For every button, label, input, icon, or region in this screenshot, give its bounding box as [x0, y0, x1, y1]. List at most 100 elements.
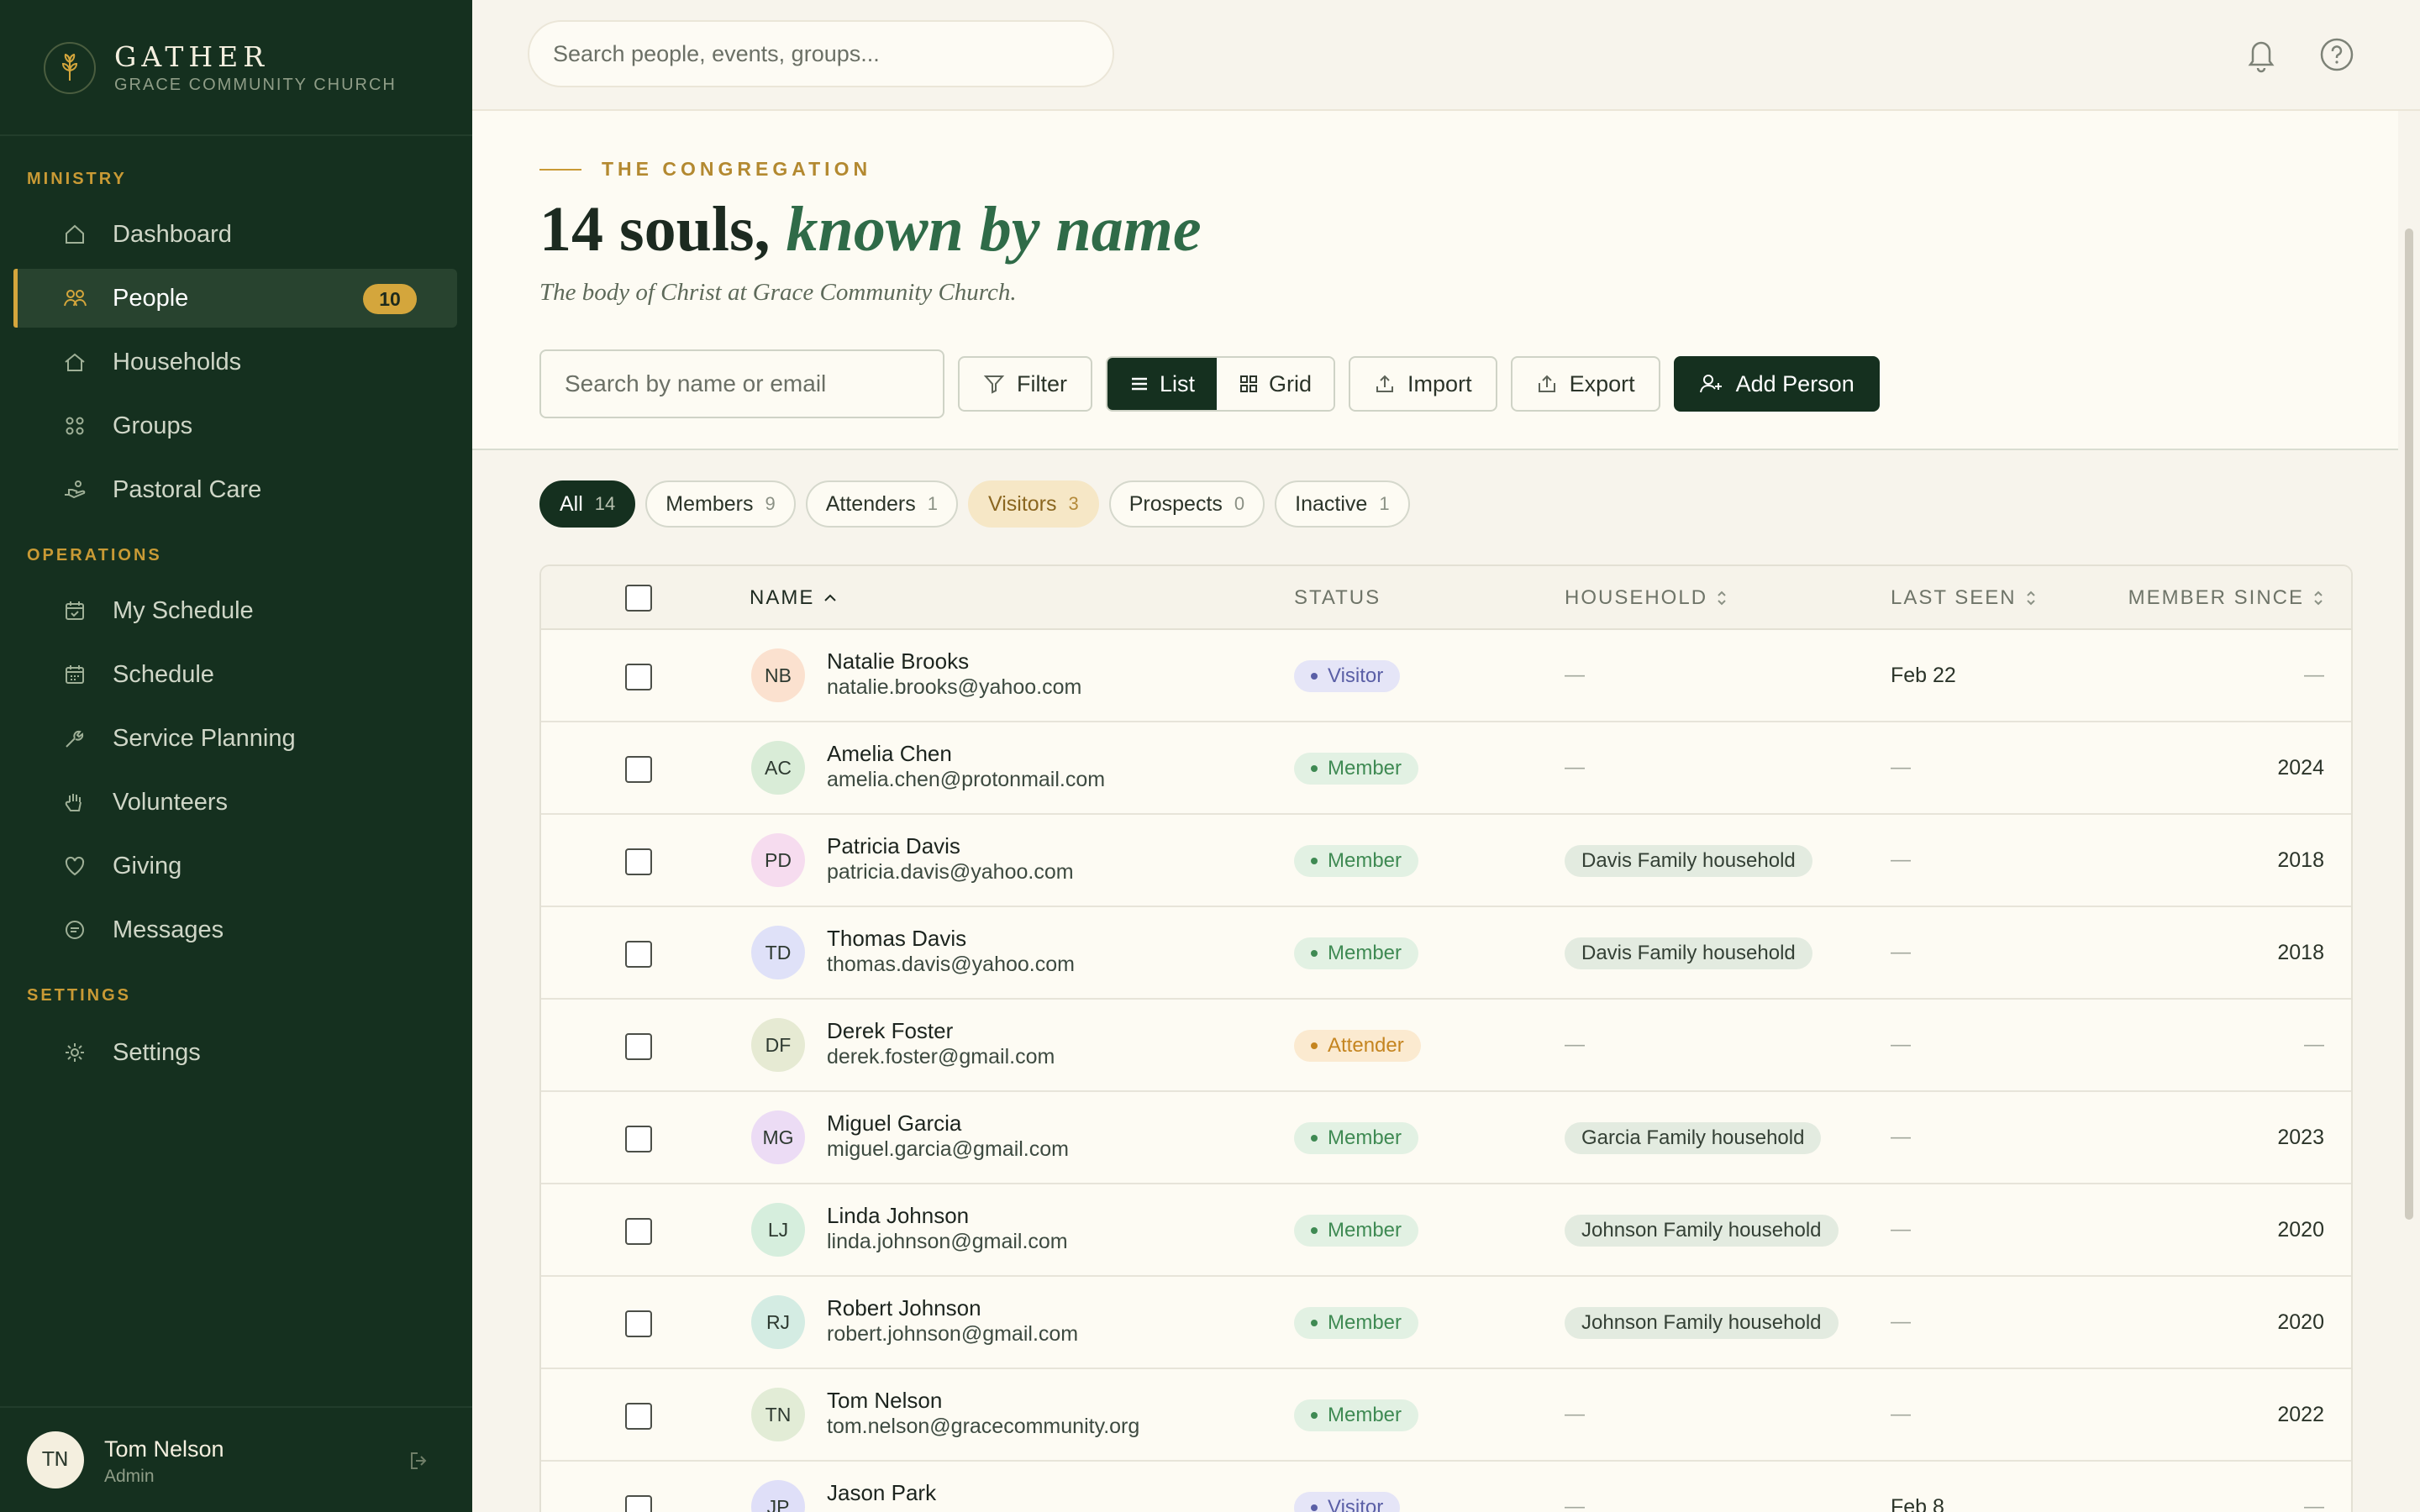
row-checkbox[interactable]: [625, 1126, 652, 1152]
empty-value: —: [2304, 664, 2324, 686]
global-search-input[interactable]: [528, 20, 1114, 87]
view-toggle: List Grid: [1106, 356, 1336, 412]
sidebar-item-volunteers[interactable]: Volunteers: [13, 773, 457, 832]
person-email: tom.nelson@gracecommunity.org: [827, 1415, 1140, 1438]
member-since-value: 2023: [2277, 1126, 2324, 1149]
person-name[interactable]: Robert Johnson: [827, 1295, 981, 1321]
column-header-household[interactable]: HOUSEHOLD: [1565, 586, 1728, 610]
row-checkbox[interactable]: [625, 848, 652, 875]
filter-label: Filter: [1017, 370, 1067, 396]
sidebar-item-label: Groups: [113, 412, 193, 439]
sidebar-item-pastoral-care[interactable]: Pastoral Care: [13, 460, 457, 519]
sort-icon: [2025, 589, 2037, 607]
column-header-member-since[interactable]: MEMBER SINCE: [2128, 586, 2324, 610]
table-row[interactable]: LJ Linda Johnson linda.johnson@gmail.com Me…: [541, 1184, 2351, 1277]
chip-prospects[interactable]: Prospects 0: [1108, 480, 1265, 528]
row-checkbox[interactable]: [625, 1218, 652, 1245]
chip-inactive[interactable]: Inactive 1: [1275, 480, 1410, 528]
add-person-button[interactable]: Add Person: [1673, 356, 1880, 412]
select-all-checkbox[interactable]: [625, 585, 652, 612]
chip-attenders[interactable]: Attenders 1: [805, 480, 958, 528]
sidebar-item-my-schedule[interactable]: My Schedule: [13, 581, 457, 640]
person-name[interactable]: Thomas Davis: [827, 926, 966, 952]
export-label: Export: [1569, 370, 1635, 396]
user-profile[interactable]: TN Tom Nelson Admin: [0, 1406, 472, 1512]
household-icon: [62, 349, 87, 375]
sidebar-item-schedule[interactable]: Schedule: [13, 645, 457, 704]
sidebar-item-people[interactable]: People 10: [13, 269, 457, 328]
status-badge: Member: [1294, 1122, 1419, 1154]
avatar: TN: [751, 1388, 805, 1441]
help-icon[interactable]: [2317, 35, 2356, 74]
bell-icon[interactable]: [2242, 35, 2281, 74]
row-checkbox[interactable]: [625, 1033, 652, 1060]
row-checkbox[interactable]: [625, 1310, 652, 1337]
empty-value: —: [1891, 1033, 1911, 1056]
sidebar-item-groups[interactable]: Groups: [13, 396, 457, 455]
table-row[interactable]: DF Derek Foster derek.foster@gmail.com Atte…: [541, 1000, 2351, 1092]
household-tag[interactable]: Davis Family household: [1565, 937, 1812, 969]
chip-visitors[interactable]: Visitors 3: [967, 480, 1099, 528]
table-row[interactable]: TD Thomas Davis thomas.davis@yahoo.com Memb…: [541, 907, 2351, 1000]
row-checkbox[interactable]: [625, 1403, 652, 1430]
status-badge: Member: [1294, 1215, 1419, 1247]
row-checkbox[interactable]: [625, 756, 652, 783]
page-scrollbar[interactable]: [2398, 111, 2420, 1512]
calendar-icon: [62, 662, 87, 687]
row-checkbox[interactable]: [625, 664, 652, 690]
empty-value: —: [1891, 941, 1911, 963]
status-badge: Visitor: [1294, 1492, 1401, 1512]
sidebar-item-service-planning[interactable]: Service Planning: [13, 709, 457, 768]
sidebar-item-dashboard[interactable]: Dashboard: [13, 205, 457, 264]
person-name[interactable]: Natalie Brooks: [827, 648, 969, 675]
person-name[interactable]: Derek Foster: [827, 1018, 953, 1044]
chip-count: 0: [1234, 493, 1245, 514]
export-button[interactable]: Export: [1510, 356, 1660, 412]
sidebar-item-messages[interactable]: Messages: [13, 900, 457, 959]
status-filter-chips: All 14 Members 9 Attenders 1 Visitors 3 Pros…: [539, 480, 1420, 528]
groups-icon: [62, 413, 87, 438]
person-name[interactable]: Miguel Garcia: [827, 1110, 961, 1137]
scrollbar-thumb[interactable]: [2405, 228, 2413, 1220]
section-label-settings: SETTINGS: [27, 986, 132, 1005]
brand[interactable]: GATHER GRACE COMMUNITY CHURCH: [44, 40, 397, 96]
table-row[interactable]: NB Natalie Brooks natalie.brooks@yahoo.com…: [541, 630, 2351, 722]
filter-button[interactable]: Filter: [958, 356, 1092, 412]
table-row[interactable]: RJ Robert Johnson robert.johnson@gmail.com…: [541, 1277, 2351, 1369]
chip-count: 9: [765, 493, 776, 514]
household-tag[interactable]: Johnson Family household: [1565, 1215, 1839, 1247]
household-tag[interactable]: Johnson Family household: [1565, 1307, 1839, 1339]
person-name[interactable]: Linda Johnson: [827, 1203, 969, 1229]
household-tag[interactable]: Davis Family household: [1565, 845, 1812, 877]
column-header-last-seen[interactable]: LAST SEEN: [1891, 586, 2037, 610]
table-row[interactable]: TN Tom Nelson tom.nelson@gracecommunity.or…: [541, 1369, 2351, 1462]
sidebar-item-settings[interactable]: Settings: [13, 1023, 457, 1082]
avatar: TN: [27, 1431, 84, 1488]
logout-icon[interactable]: [407, 1448, 432, 1473]
grid-view-button[interactable]: Grid: [1217, 358, 1334, 410]
person-name[interactable]: Amelia Chen: [827, 741, 952, 767]
table-row[interactable]: PD Patricia Davis patricia.davis@yahoo.com…: [541, 815, 2351, 907]
people-search-input[interactable]: [539, 349, 944, 418]
person-name[interactable]: Tom Nelson: [827, 1388, 942, 1414]
person-name[interactable]: Patricia Davis: [827, 833, 960, 859]
sidebar-item-label: Messages: [113, 916, 224, 943]
sidebar-item-households[interactable]: Households: [13, 333, 457, 391]
row-checkbox[interactable]: [625, 1495, 652, 1512]
table-row[interactable]: AC Amelia Chen amelia.chen@protonmail.com M…: [541, 722, 2351, 815]
row-checkbox[interactable]: [625, 941, 652, 968]
chip-label: Attenders: [825, 491, 916, 516]
household-tag[interactable]: Garcia Family household: [1565, 1122, 1822, 1154]
chip-all[interactable]: All 14: [539, 480, 636, 528]
list-view-button[interactable]: List: [1107, 358, 1218, 410]
status-badge: Member: [1294, 1399, 1419, 1431]
chip-members[interactable]: Members 9: [645, 480, 796, 528]
table-row[interactable]: MG Miguel Garcia miguel.garcia@gmail.com Me…: [541, 1092, 2351, 1184]
table-row[interactable]: JP Jason Park Visitor — Feb 8 —: [541, 1462, 2351, 1512]
sidebar-item-giving[interactable]: Giving: [13, 837, 457, 895]
person-name[interactable]: Jason Park: [827, 1480, 936, 1506]
chip-count: 14: [594, 493, 616, 514]
people-icon: [62, 286, 87, 311]
column-header-name[interactable]: NAME: [750, 586, 838, 610]
import-button[interactable]: Import: [1349, 356, 1497, 412]
